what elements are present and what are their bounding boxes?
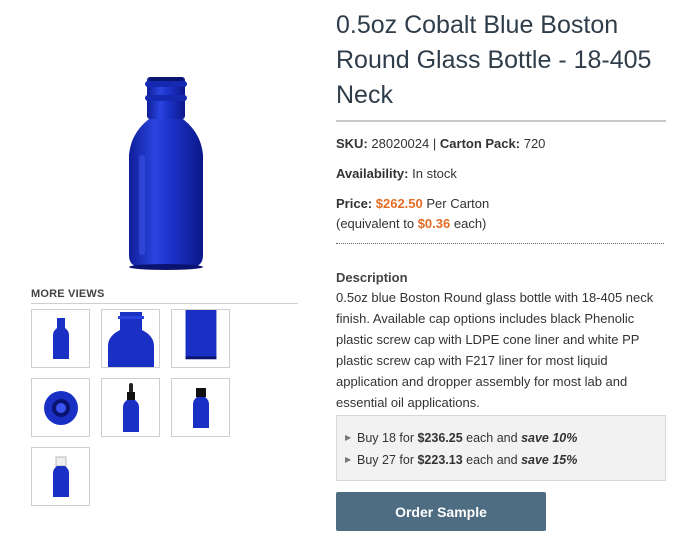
- thumbnail-body-closeup[interactable]: [171, 309, 230, 368]
- description-text: 0.5oz blue Boston Round glass bottle wit…: [336, 290, 654, 410]
- equivalent-price-line: (equivalent to $0.36 each): [336, 216, 486, 231]
- caret-right-icon: ▶: [345, 455, 352, 464]
- tier-mid: each and: [466, 431, 518, 445]
- tier-mid: each and: [466, 453, 518, 467]
- tier-price-item[interactable]: ▶ Buy 27 for $223.13 each and save 15%: [345, 449, 665, 471]
- tier-prefix: Buy 27 for: [357, 453, 414, 467]
- sku-label: SKU:: [336, 136, 368, 151]
- availability-line: Availability: In stock: [336, 166, 457, 181]
- price-label: Price:: [336, 196, 373, 211]
- tier-pricing-box: ▶ Buy 18 for $236.25 each and save 10% ▶…: [336, 415, 666, 481]
- thumbnail-with-black-cap[interactable]: [171, 378, 230, 437]
- tier-price: $223.13: [417, 453, 463, 467]
- thumbnail-neck-closeup[interactable]: [101, 309, 160, 368]
- tier-prefix: Buy 18 for: [357, 431, 414, 445]
- price-divider: [336, 243, 664, 244]
- description-title: Description: [336, 270, 408, 285]
- equivalent-value: $0.36: [417, 216, 451, 231]
- sku-value: 28020024: [371, 136, 430, 151]
- price-line: Price: $262.50 Per Carton: [336, 196, 489, 211]
- thumbnail-top-view[interactable]: [31, 378, 90, 437]
- main-product-image[interactable]: [40, 10, 292, 280]
- thumbnail-bottle-front[interactable]: [31, 309, 90, 368]
- equivalent-prefix: (equivalent to: [336, 216, 415, 231]
- order-sample-button[interactable]: Order Sample: [336, 492, 546, 531]
- sku-line: SKU: 28020024 | Carton Pack: 720: [336, 136, 545, 151]
- price-value: $262.50: [375, 196, 423, 211]
- thumbnail-gallery: [31, 309, 251, 506]
- availability-value: In stock: [412, 166, 457, 181]
- tier-save: save 10%: [521, 431, 578, 445]
- tier-save: save 15%: [521, 453, 578, 467]
- product-title: 0.5oz Cobalt Blue Boston Round Glass Bot…: [336, 11, 652, 109]
- title-divider: [336, 120, 666, 122]
- thumbnail-with-white-cap[interactable]: [31, 447, 90, 506]
- cobalt-bottle-image: [129, 77, 203, 270]
- availability-label: Availability:: [336, 166, 409, 181]
- tier-price-item[interactable]: ▶ Buy 18 for $236.25 each and save 10%: [345, 427, 665, 449]
- carton-pack-label: Carton Pack:: [439, 136, 521, 151]
- carton-pack-value: 720: [523, 136, 546, 151]
- price-unit: Per Carton: [426, 196, 490, 211]
- equivalent-suffix: each): [453, 216, 487, 231]
- tier-price: $236.25: [417, 431, 463, 445]
- more-views-title: MORE VIEWS: [31, 288, 298, 304]
- caret-right-icon: ▶: [345, 433, 352, 442]
- thumbnail-with-dropper[interactable]: [101, 378, 160, 437]
- sku-separator: |: [432, 136, 437, 151]
